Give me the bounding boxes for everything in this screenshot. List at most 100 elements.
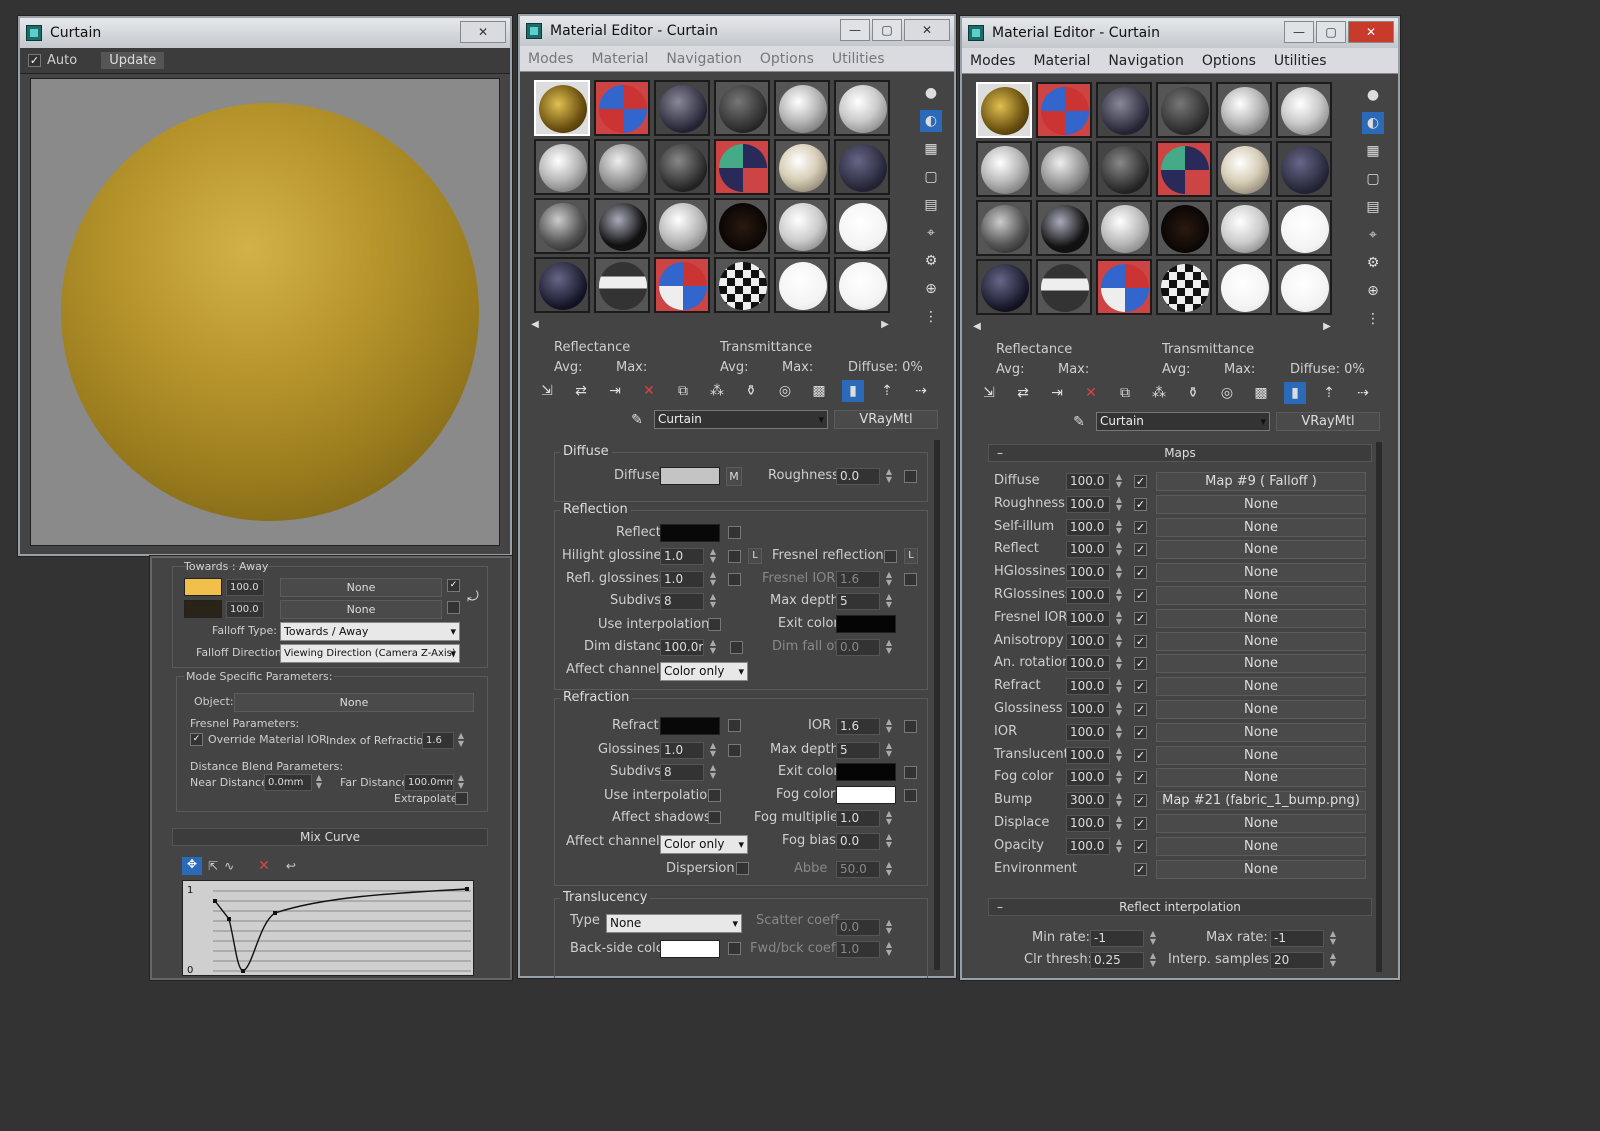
scatter-coeff-field[interactable]: 0.0 [836,919,880,936]
map-amount-field[interactable]: 100.0 [1066,678,1110,696]
menu-utilities[interactable]: Utilities [1274,53,1327,69]
close-button[interactable]: ✕ [1348,21,1394,43]
map-amount-field[interactable]: 100.0 [1066,518,1110,536]
video-color-check-icon[interactable]: ▤ [1362,196,1384,218]
map-enable-checkbox[interactable]: ✓ [1134,725,1147,739]
mix-curve-rollout-header[interactable]: Mix Curve [172,828,488,846]
roughness-map-button[interactable] [904,470,917,483]
dim-distance-spinner[interactable]: ▲ ▼ [708,639,718,656]
sample-slot[interactable] [774,80,830,136]
map-enable-checkbox[interactable]: ✓ [1134,839,1147,853]
sample-slot[interactable] [976,141,1032,197]
swap-colors-icon[interactable]: ⤾ [462,586,484,608]
show-map-icon[interactable]: ▩ [1250,382,1272,404]
refraction-exit-color-swatch[interactable] [836,763,896,781]
override-ior-checkbox[interactable]: ✓ [190,733,203,746]
map-amount-spinner[interactable]: ▲ ▼ [1114,769,1124,786]
map-enable-checkbox[interactable]: ✓ [1134,497,1147,511]
map-amount-spinner[interactable]: ▲ ▼ [1114,541,1124,558]
map-enable-checkbox[interactable]: ✓ [1134,771,1147,785]
close-button[interactable]: ✕ [904,19,950,41]
uv-tiling-icon[interactable]: ▢ [920,166,942,188]
insert-point-icon[interactable]: ∿ [224,859,234,873]
far-distance-spinner[interactable]: ▲ ▼ [456,774,466,791]
params-scrollbar[interactable] [934,440,940,970]
refraction-use-interpolation-checkbox[interactable] [708,789,721,802]
minimize-button[interactable]: — [1284,21,1314,43]
dispersion-checkbox[interactable] [736,862,749,875]
map-slot-button[interactable]: None [1156,768,1366,788]
map-slot-button[interactable]: None [1156,722,1366,742]
fog-bias-spinner[interactable]: ▲ ▼ [884,833,894,850]
sample-slot[interactable] [1216,200,1272,256]
map-amount-field[interactable]: 100.0 [1066,473,1110,490]
color1-enable-checkbox[interactable]: ✓ [447,579,460,592]
put-to-library-icon[interactable]: ⚱ [1182,382,1204,404]
sample-slot[interactable] [534,198,590,254]
get-material-icon[interactable]: ⇲ [536,380,558,402]
map-slot-button[interactable]: None [1156,677,1366,697]
backlight-icon[interactable]: ◐ [920,110,942,132]
map-slot-button[interactable]: Map #21 (fabric_1_bump.png) [1156,791,1366,811]
map-amount-field[interactable]: 100.0 [1066,564,1110,582]
fresnel-ior-field[interactable]: 1.6 [836,571,880,588]
editor-right-titlebar[interactable]: Material Editor - Curtain — ▢ ✕ [962,18,1398,48]
map-enable-checkbox[interactable]: ✓ [1134,748,1147,762]
sample-slot[interactable] [834,198,890,254]
sample-slot[interactable] [714,257,770,313]
material-type-button[interactable]: VRayMtl [834,410,938,429]
map-amount-spinner[interactable]: ▲ ▼ [1114,701,1124,718]
abbe-spinner[interactable]: ▲ ▼ [884,861,894,878]
map-slot-button[interactable]: None [1156,859,1366,879]
copy-material-icon[interactable]: ⧉ [1114,382,1136,404]
map-enable-checkbox[interactable]: ✓ [1134,520,1147,534]
video-color-check-icon[interactable]: ▤ [920,194,942,216]
max-depth-field[interactable]: 5 [836,593,880,610]
clr-thresh-spinner[interactable]: ▲ ▼ [1148,952,1158,969]
diffuse-map-button[interactable]: M [726,467,742,486]
sample-slot[interactable] [1156,259,1212,315]
sample-slot[interactable] [1216,259,1272,315]
sample-slot[interactable] [1096,259,1152,315]
refl-glossiness-spinner[interactable]: ▲ ▼ [708,571,718,588]
make-preview-icon[interactable]: ⌖ [1362,224,1384,246]
material-navigator-icon[interactable]: ⋮ [920,306,942,328]
make-preview-icon[interactable]: ⌖ [920,222,942,244]
map-amount-spinner[interactable]: ▲ ▼ [1114,746,1124,764]
map-amount-field[interactable]: 100.0 [1066,587,1110,604]
exit-color-swatch[interactable] [836,615,896,633]
map-amount-spinner[interactable]: ▲ ▼ [1114,678,1124,695]
sample-slot[interactable] [976,82,1032,138]
maps-rollout-header[interactable]: – Maps [988,444,1372,462]
menu-utilities[interactable]: Utilities [832,51,885,67]
sample-slot[interactable] [1276,82,1332,138]
menu-modes[interactable]: Modes [970,53,1015,69]
refl-glossiness-field[interactable]: 1.0 [660,571,704,588]
map-enable-checkbox[interactable]: ✓ [1134,475,1147,488]
refl-gloss-map-button[interactable] [728,573,741,586]
assign-to-selection-icon[interactable]: ⇥ [604,380,626,402]
map-slot-button[interactable]: None [1156,814,1366,833]
min-rate-field[interactable]: -1 [1090,930,1144,947]
map-amount-field[interactable]: 300.0 [1066,792,1110,810]
refraction-subdivs-spinner[interactable]: ▲ ▼ [708,764,718,781]
affect-shadows-checkbox[interactable] [708,811,721,824]
near-distance-field[interactable]: 0.0mm [264,774,312,791]
assign-to-selection-icon[interactable]: ⇥ [1046,382,1068,404]
color1-amount[interactable]: 100.0 [226,579,264,596]
map-amount-field[interactable]: 100.0 [1066,495,1110,513]
color2-amount[interactable]: 100.0 [226,601,264,618]
sample-slot[interactable] [1156,200,1212,256]
ior-map-button[interactable] [904,720,917,733]
map-slot-button[interactable]: None [1156,631,1366,651]
scatter-coeff-spinner[interactable]: ▲ ▼ [884,919,894,936]
material-id-icon[interactable]: ◎ [1216,382,1238,404]
make-unique-icon[interactable]: ⁂ [706,380,728,402]
menu-navigation[interactable]: Navigation [1108,53,1184,69]
sample-slot[interactable] [834,257,890,313]
reflect-interpolation-header[interactable]: – Reflect interpolation [988,898,1372,916]
hilight-map-button[interactable] [728,550,741,563]
sample-slot[interactable] [1096,200,1152,256]
menu-options[interactable]: Options [760,51,814,67]
map-slot-button[interactable]: None [1156,563,1366,583]
